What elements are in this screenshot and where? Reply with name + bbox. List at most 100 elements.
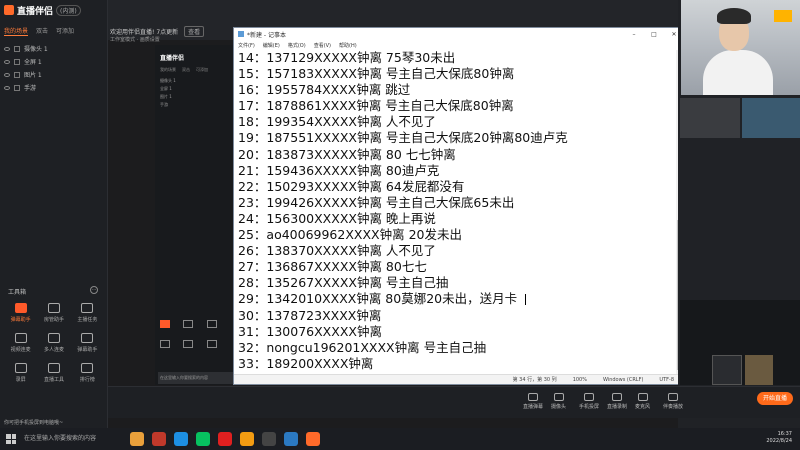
preview-tool-icon [183,340,194,348]
preview-thumbnail[interactable] [680,98,740,138]
music-button[interactable]: 伴奏播放 [663,393,683,410]
camera-button[interactable]: 摄像头 [551,393,566,410]
scene-item[interactable]: 手游 [4,81,103,94]
record-icon [612,393,622,401]
folder-icon[interactable] [240,432,254,446]
clock-date: 2022/8/24 [766,438,792,444]
app-icon[interactable] [218,432,232,446]
start-live-button[interactable]: 开始直播 [757,392,793,405]
tool-record[interactable]: 录屏 [4,363,37,383]
notepad-window[interactable]: *新建 - 记事本 – □ ✕ 文件(F) 编辑(E) 格式(O) 查看(V) … [233,27,685,385]
tool-ranking[interactable]: 排行榜 [71,363,104,383]
background-sign [774,10,792,22]
menu-edit[interactable]: 编辑(E) [263,42,280,49]
tool-label: 多人连麦 [43,347,64,353]
maximize-button[interactable]: □ [644,31,664,38]
eye-icon[interactable] [4,59,10,64]
tool-danmaku-2[interactable]: 弹幕助手 [71,333,104,353]
wechat-icon[interactable] [196,432,210,446]
image-icon [14,71,20,78]
beta-badge: (内测) [56,4,81,16]
text-cursor [525,294,527,306]
menu-file[interactable]: 文件(F) [238,42,255,49]
app-icon[interactable] [152,432,166,446]
preview-tab: 双击 [182,67,190,72]
preview-tool-icon [206,320,217,328]
stream-preview: 直播伴侣 我的场景 双击 可添加 摄像头 1 全屏 1 图片 1 手游 [155,45,235,385]
sub-bar: 工作室模式 · 画质设置 [110,37,160,43]
notepad-menu: 文件(F) 编辑(E) 格式(O) 查看(V) 帮助(H) [234,40,684,50]
minimize-button[interactable]: – [624,31,644,38]
notepad-line: 29：1342010XXXX钟离 80莫娜20未出，送月卡 [238,291,678,307]
tool-tasks[interactable]: 主播任务 [71,303,104,323]
edge-icon[interactable] [174,432,188,446]
app-icon[interactable] [262,432,276,446]
phone-cast-button[interactable]: 手机投屏 [579,393,599,410]
danmaku-icon [528,393,538,401]
app-icon[interactable] [130,432,144,446]
record-button[interactable]: 直播录制 [607,393,627,410]
preview-scene: 图片 1 [160,94,172,99]
tab-my-scenes[interactable]: 我的场景 [4,26,29,36]
mini-preview [712,355,742,385]
tool-live-tools[interactable]: 直播工具 [37,363,70,383]
bottom-label: 麦克风 [635,404,651,410]
scene-item[interactable]: 全屏 1 [4,55,103,68]
record-icon [14,363,27,373]
eye-icon[interactable] [4,46,10,51]
notepad-line: 14：137129XXXXX钟离 75琴30未出 [238,50,456,65]
windows-taskbar: 在这里输入你要搜索的内容 16:37 2022/8/24 [0,428,800,450]
live-danmaku-button[interactable]: 直播弹幕 [523,393,543,410]
notepad-text-area[interactable]: 14：137129XXXXX钟离 75琴30未出 15：157183XXXXX钟离… [234,50,678,376]
notepad-line: 23：199426XXXXX钟离 号主自己大保底65未出 [238,194,515,210]
windows-start-icon[interactable] [6,434,16,444]
notepad-statusbar: 第 34 行，第 30 列 100% Windows (CRLF) UTF-8 [234,374,684,384]
notepad-line: 21：159436XXXXX钟离 80迪卢克 [238,162,440,178]
scene-item[interactable]: 图片 1 [4,68,103,81]
tool-room-admin[interactable]: 房管助手 [37,303,70,323]
preview-scene: 全屏 1 [160,86,172,91]
tool-danmaku[interactable]: 弹幕助手 [4,303,37,323]
notepad-line: 18：199354XXXXX钟离 人不见了 [238,114,436,130]
streaming-app-sidebar: 直播伴侣 (内测) 我的场景 双击 可添加 摄像头 1 全屏 1 图片 1 手游… [0,0,108,428]
music-icon [668,393,678,401]
app-icon[interactable] [284,432,298,446]
system-clock[interactable]: 16:37 2022/8/24 [766,431,792,445]
preview-tool-icon [206,340,217,348]
preview-thumbnail[interactable] [742,98,800,138]
menu-view[interactable]: 查看(V) [314,42,331,49]
people-icon [47,333,60,343]
tool-multi-link[interactable]: 多人连麦 [37,333,70,353]
tab-add[interactable]: 可添加 [56,26,74,36]
taskbar-search[interactable]: 在这里输入你要搜索的内容 [24,431,96,447]
download-icon [47,363,60,373]
app-header: 直播伴侣 (内测) [0,0,107,20]
notepad-line: 31：130076XXXXX钟离 [238,323,382,339]
notepad-title: *新建 - 记事本 [247,31,286,39]
tool-video-link[interactable]: 视频连麦 [4,333,37,353]
more-icon[interactable]: ··· [90,286,98,294]
tool-label: 录屏 [15,377,26,383]
person-body [703,50,773,95]
tab-double[interactable]: 双击 [36,26,48,36]
status-position: 第 34 行，第 30 列 [512,377,557,383]
notepad-line: 15：157183XXXXX钟离 号主自己大保底80钟离 [238,66,515,82]
eye-icon[interactable] [4,85,10,90]
tool-label: 主播任务 [77,317,98,323]
scene-item[interactable]: 摄像头 1 [4,42,103,55]
status-encoding: UTF-8 [659,376,674,383]
notepad-titlebar[interactable]: *新建 - 记事本 – □ ✕ [234,28,684,40]
microphone-button[interactable]: 麦克风 [635,393,650,410]
eye-icon[interactable] [4,72,10,77]
menu-help[interactable]: 帮助(H) [339,42,357,49]
streaming-app-icon[interactable] [306,432,320,446]
menu-format[interactable]: 格式(O) [288,42,306,49]
preview-scene: 摄像头 1 [160,78,176,83]
window-controls: – □ ✕ [624,31,684,38]
notice-button[interactable]: 查看 [184,26,205,37]
preview-tool-icon [160,340,170,348]
bottom-label: 直播弹幕 [523,404,544,410]
preview-tab: 我的场景 [160,67,176,72]
scene-tabs: 我的场景 双击 可添加 [0,20,107,38]
notepad-line: 26：138370XXXXX钟离 人不见了 [238,243,436,259]
